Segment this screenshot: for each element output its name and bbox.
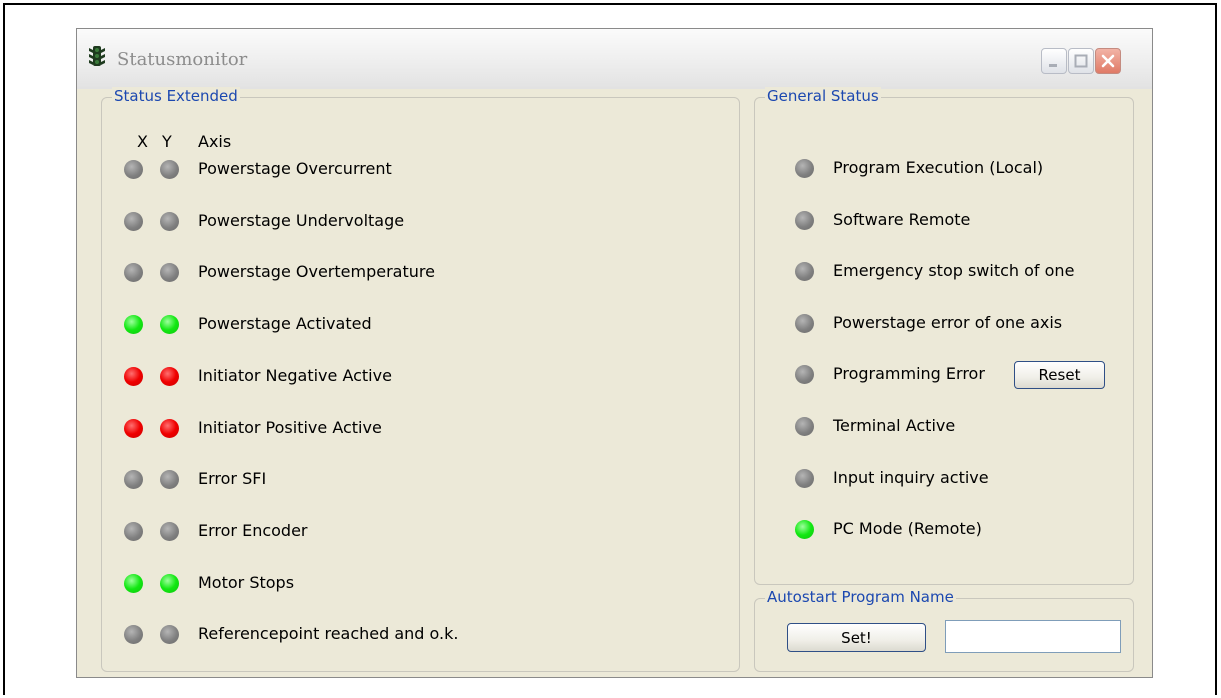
x-axis-status-led-icon — [124, 625, 143, 644]
x-axis-status-led-icon — [124, 263, 143, 282]
window-client: Status Extended X Y Axis Powerstage Over… — [78, 87, 1151, 677]
window-title: Statusmonitor — [117, 49, 248, 70]
y-axis-status-led-icon — [160, 574, 179, 593]
general-status-group: General Status Program Execution (Local)… — [754, 87, 1134, 585]
close-button[interactable] — [1095, 48, 1121, 74]
general-status-led-icon — [795, 211, 814, 230]
set-button[interactable]: Set! — [787, 623, 926, 652]
general-status-led-icon — [795, 262, 814, 281]
y-axis-status-led-icon — [160, 470, 179, 489]
y-axis-status-led-icon — [160, 625, 179, 644]
autostart-program-group: Autostart Program Name Set! — [754, 588, 1134, 672]
status-extended-row-label: Motor Stops — [198, 573, 295, 592]
status-extended-row-label: Powerstage Undervoltage — [198, 211, 405, 230]
y-axis-status-led-icon — [160, 160, 179, 179]
general-status-item-label: Program Execution (Local) — [833, 158, 1044, 177]
general-status-led-icon — [795, 159, 814, 178]
reset-button[interactable]: Reset — [1014, 361, 1105, 389]
x-column-header: X — [137, 132, 148, 151]
y-axis-status-led-icon — [160, 522, 179, 541]
x-axis-status-led-icon — [124, 315, 143, 334]
close-icon — [1101, 54, 1115, 68]
general-status-item-label: PC Mode (Remote) — [833, 519, 982, 538]
statusmonitor-window: Statusmonitor Status Extended X Y Axis P… — [76, 28, 1153, 678]
y-axis-status-led-icon — [160, 212, 179, 231]
general-status-led-icon — [795, 469, 814, 488]
x-axis-status-led-icon — [124, 160, 143, 179]
title-bar[interactable]: Statusmonitor — [77, 29, 1152, 89]
general-status-label: General Status — [765, 87, 881, 105]
x-axis-status-led-icon — [124, 470, 143, 489]
status-extended-row-label: Error Encoder — [198, 521, 308, 540]
y-axis-status-led-icon — [160, 419, 179, 438]
autostart-program-label: Autostart Program Name — [765, 588, 956, 606]
status-extended-row-label: Powerstage Overcurrent — [198, 159, 392, 178]
y-axis-status-led-icon — [160, 263, 179, 282]
general-status-item-label: Emergency stop switch of one — [833, 261, 1075, 280]
status-extended-label: Status Extended — [112, 87, 240, 105]
x-axis-status-led-icon — [124, 367, 143, 386]
axis-column-header: Axis — [198, 132, 232, 151]
general-status-item-label: Terminal Active — [833, 416, 956, 435]
general-status-item-label: Powerstage error of one axis — [833, 313, 1063, 332]
status-extended-row-label: Error SFI — [198, 469, 267, 488]
status-extended-row-label: Powerstage Activated — [198, 314, 372, 333]
program-name-input[interactable] — [945, 620, 1121, 653]
general-status-item-label: Input inquiry active — [833, 468, 989, 487]
x-axis-status-led-icon — [124, 419, 143, 438]
general-status-item-label: Programming Error — [833, 364, 985, 383]
y-column-header: Y — [162, 132, 172, 151]
status-extended-row-label: Initiator Positive Active — [198, 418, 382, 437]
y-axis-status-led-icon — [160, 367, 179, 386]
general-status-led-icon — [795, 314, 814, 333]
status-extended-row-label: Powerstage Overtemperature — [198, 262, 435, 281]
x-axis-status-led-icon — [124, 212, 143, 231]
y-axis-status-led-icon — [160, 315, 179, 334]
status-extended-group: Status Extended X Y Axis Powerstage Over… — [101, 87, 740, 672]
status-extended-row-label: Referencepoint reached and o.k. — [198, 624, 459, 643]
minimize-button[interactable] — [1041, 48, 1067, 74]
general-status-led-icon — [795, 417, 814, 436]
traffic-light-icon — [89, 46, 105, 66]
x-axis-status-led-icon — [124, 574, 143, 593]
general-status-led-icon — [795, 520, 814, 539]
minimize-icon — [1049, 64, 1057, 67]
status-extended-row-label: Initiator Negative Active — [198, 366, 392, 385]
general-status-item-label: Software Remote — [833, 210, 971, 229]
general-status-led-icon — [795, 365, 814, 384]
maximize-icon — [1074, 54, 1088, 68]
maximize-button[interactable] — [1068, 48, 1094, 74]
x-axis-status-led-icon — [124, 522, 143, 541]
